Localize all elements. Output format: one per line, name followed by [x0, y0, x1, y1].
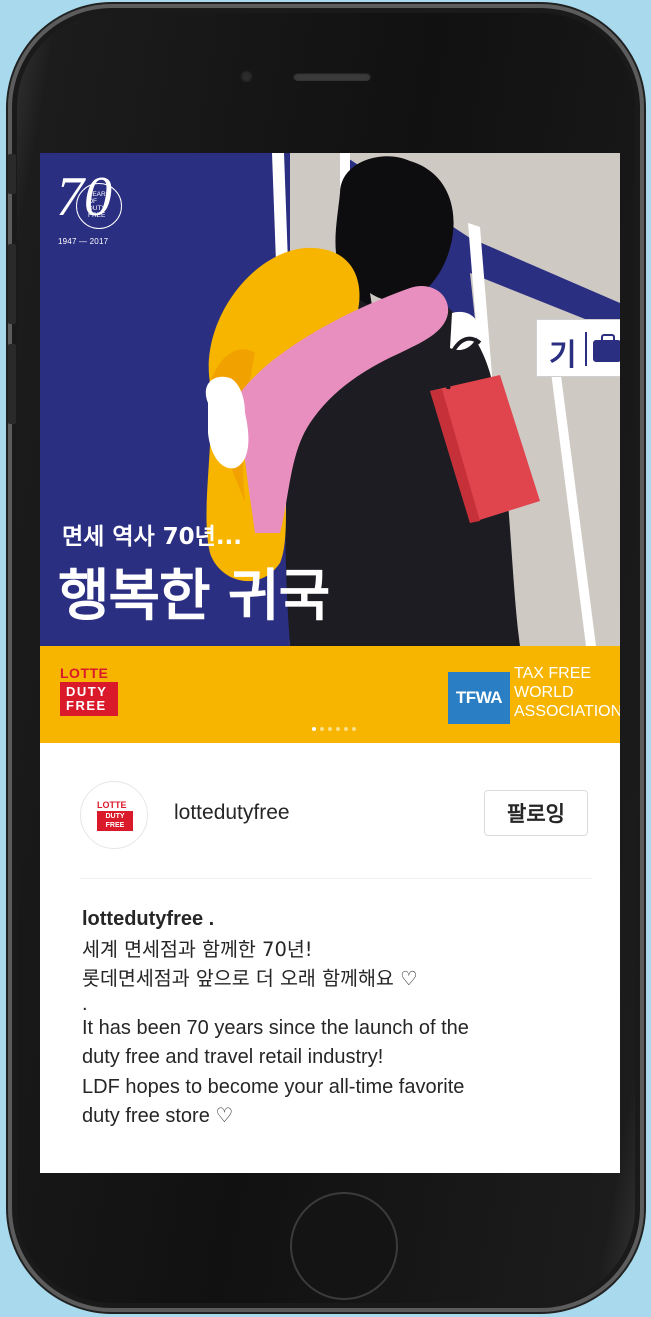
carousel-dot[interactable] — [344, 727, 348, 731]
carousel-dot[interactable] — [328, 727, 332, 731]
anniversary-span: 1947 — 2017 — [58, 237, 109, 246]
headline-subtitle: 면세 역사 70년... — [62, 524, 243, 550]
volume-up-button — [8, 244, 16, 324]
home-button[interactable] — [290, 1192, 398, 1300]
caption-line: duty free store ♡ — [82, 1105, 234, 1127]
caption-line: 세계 면세점과 함께한 70년! — [82, 937, 313, 961]
post-header: LOTTE DUTY FREE lottedutyfree 팔로잉 — [40, 743, 620, 879]
tfwa-name: TAX FREE WORLD ASSOCIATION — [514, 665, 620, 720]
gate-sign: 기 — [536, 319, 620, 377]
carousel-dot[interactable] — [336, 727, 340, 731]
gate-sign-text: 기 — [549, 338, 577, 373]
divider — [80, 878, 592, 879]
caption-line: LDF hopes to become your all-time favori… — [82, 1075, 465, 1098]
avatar[interactable]: LOTTE DUTY FREE — [80, 781, 148, 849]
anniversary-logo: 70 YEARS OF DUTY FREE 1947 — 2017 — [56, 169, 126, 253]
caption-line: 롯데면세점과 앞으로 더 오래 함께해요 ♡ — [82, 967, 418, 990]
earpiece-speaker — [293, 72, 371, 81]
carousel-dots[interactable] — [312, 727, 356, 731]
screen: 70 YEARS OF DUTY FREE 1947 — 2017 기 면세 역… — [40, 153, 620, 1173]
caption-separator: . — [82, 992, 88, 1015]
front-camera — [240, 70, 253, 83]
post-image[interactable]: 70 YEARS OF DUTY FREE 1947 — 2017 기 면세 역… — [40, 153, 620, 743]
mute-switch — [8, 154, 16, 194]
carousel-dot[interactable] — [320, 727, 324, 731]
post-caption: lottedutyfree . 세계 면세점과 함께한 70년! 롯데면세점과 … — [82, 905, 592, 1132]
carousel-dot-active[interactable] — [312, 727, 316, 731]
caption-line: It has been 70 years since the launch of… — [82, 1016, 469, 1039]
luggage-icon — [593, 334, 620, 362]
carousel-dot[interactable] — [352, 727, 356, 731]
caption-line: duty free and travel retail industry! — [82, 1046, 384, 1068]
headline-title: 행복한 귀국 — [58, 564, 330, 629]
lotte-duty-free-logo: LOTTE DUTY FREE — [60, 666, 122, 716]
volume-down-button — [8, 344, 16, 424]
anniversary-text: YEARS OF DUTY FREE — [88, 191, 111, 219]
username-link[interactable]: lottedutyfree — [174, 801, 290, 825]
tfwa-logo: TFWA TAX FREE WORLD ASSOCIATION — [448, 664, 620, 726]
following-button[interactable]: 팔로잉 — [484, 790, 588, 836]
caption-username[interactable]: lottedutyfree . — [82, 905, 592, 935]
tfwa-badge: TFWA — [448, 672, 510, 724]
